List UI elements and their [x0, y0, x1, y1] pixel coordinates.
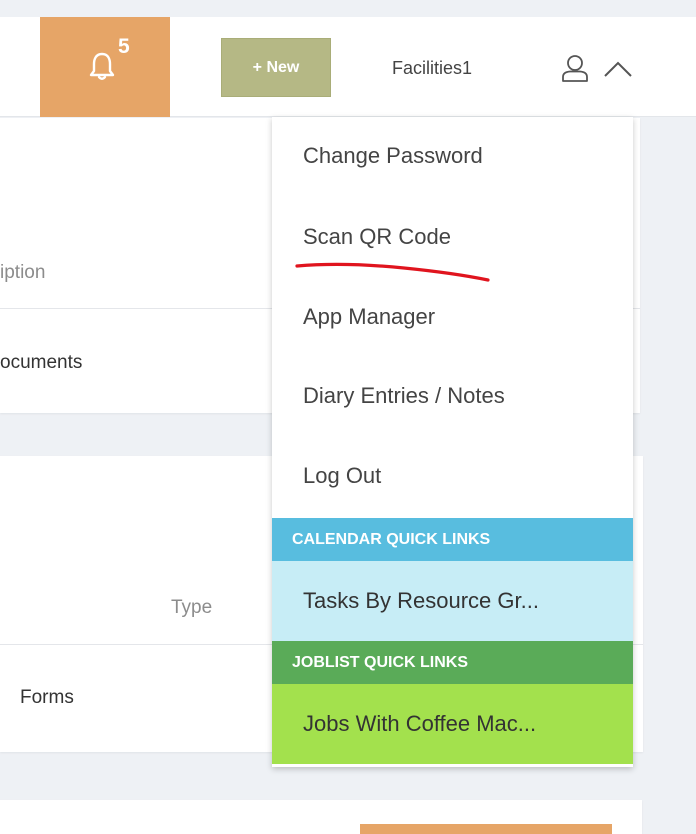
chevron-up-icon[interactable] [602, 59, 634, 79]
quick-link-jobs-with-coffee[interactable]: Jobs With Coffee Mac... [272, 684, 633, 764]
menu-item-log-out[interactable]: Log Out [272, 438, 633, 514]
quick-link-tasks-by-resource[interactable]: Tasks By Resource Gr... [272, 561, 633, 641]
user-icon[interactable] [561, 53, 589, 83]
bell-icon [89, 52, 115, 80]
joblist-quick-links-header: JOBLIST QUICK LINKS [272, 641, 633, 684]
menu-item-change-password[interactable]: Change Password [272, 118, 633, 194]
type-column-header: Type [171, 597, 213, 618]
menu-item-app-manager[interactable]: App Manager [272, 279, 633, 355]
user-dropdown-menu: Change Password Scan QR Code App Manager… [272, 117, 633, 767]
username-label[interactable]: Facilities1 [392, 53, 512, 83]
top-bar: 5 + New Facilities1 [0, 17, 696, 117]
menu-item-diary-entries[interactable]: Diary Entries / Notes [272, 358, 633, 434]
red-underline-annotation [295, 262, 490, 282]
documents-row-label[interactable]: ocuments [0, 352, 82, 374]
description-column-header: iption [0, 262, 46, 283]
action-button[interactable] [360, 824, 612, 834]
new-button[interactable]: + New [221, 38, 331, 97]
lower-card [0, 800, 642, 834]
notification-count-badge: 5 [118, 35, 130, 58]
notifications-button[interactable]: 5 [40, 17, 170, 117]
calendar-quick-links-header: CALENDAR QUICK LINKS [272, 518, 633, 561]
forms-row-label[interactable]: Forms [20, 687, 74, 709]
